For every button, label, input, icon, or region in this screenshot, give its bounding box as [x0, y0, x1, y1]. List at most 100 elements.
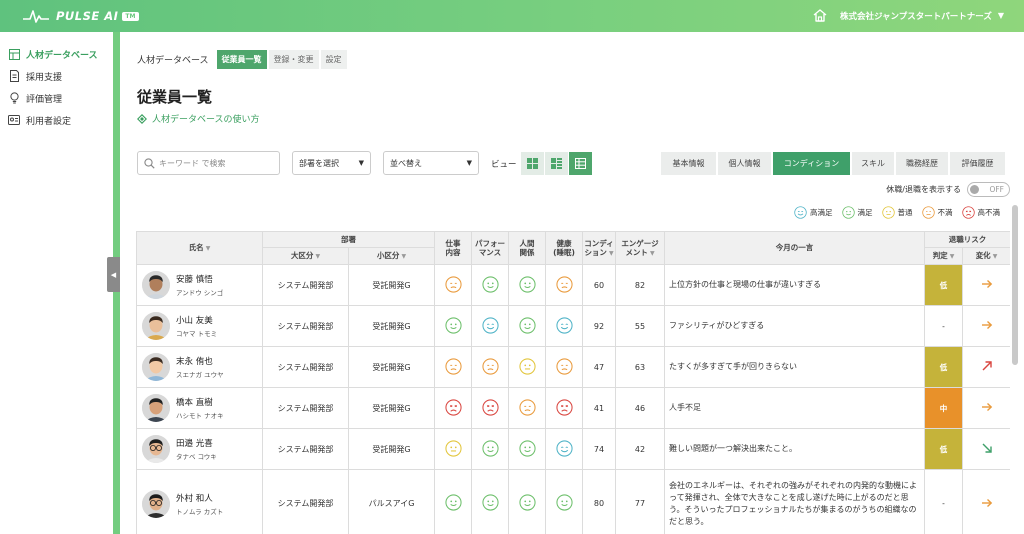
- table-row[interactable]: 小山 友美 コヤマ トモミ システム開発部 受託開発G 92 55 ファシリティがひどすぎる…: [136, 305, 1010, 347]
- work-cell: [434, 428, 472, 470]
- table-row[interactable]: 外村 和人 トノムラ カズト システム開発部 パルスアイG 80 77 会社のエネルギーは、…: [136, 469, 1010, 534]
- col-work[interactable]: 仕事 内容: [434, 231, 472, 265]
- company-name[interactable]: 株式会社ジャンプスタートパートナーズ: [840, 10, 992, 22]
- avatar: [142, 489, 170, 518]
- name-cell[interactable]: 安藤 慎悟 アンドウ シンゴ: [136, 264, 263, 306]
- sidebar-item-1[interactable]: 採用支援: [0, 65, 113, 87]
- category-tab-1[interactable]: 個人情報: [718, 152, 771, 175]
- col-health[interactable]: 健康 (睡眠): [545, 231, 583, 265]
- caret-down-icon: ▼: [358, 159, 364, 167]
- engagement-cell: 46: [615, 387, 665, 429]
- lightbulb-icon: [8, 92, 20, 104]
- major-cell: システム開発部: [262, 428, 349, 470]
- sort-select-value: 並べ替え: [390, 158, 422, 168]
- view-grid-button[interactable]: [521, 152, 544, 175]
- face-dissatisfied-icon: [555, 357, 573, 375]
- judge-cell: 低: [924, 346, 963, 388]
- employee-kana: コヤマ トモミ: [176, 330, 218, 338]
- col-major[interactable]: 大区分 ▼: [262, 247, 349, 265]
- category-tab-5[interactable]: 評価履歴: [950, 152, 1005, 175]
- department-select-value: 部署を選択: [299, 158, 339, 168]
- judge-cell: 中: [924, 387, 963, 429]
- help-link[interactable]: 人材データベースの使い方: [137, 112, 260, 125]
- major-cell: システム開発部: [262, 346, 349, 388]
- relations-cell: [508, 264, 546, 306]
- sidebar: 人材データベース採用支援評価管理 利用者設定: [0, 32, 113, 534]
- view-switcher: [521, 152, 593, 175]
- employee-table-body: 安藤 慎悟 アンドウ シンゴ システム開発部 受託開発G 60 82 上位方針の仕事と現場の…: [136, 264, 1010, 534]
- home-icon[interactable]: [812, 8, 828, 23]
- app-logo[interactable]: PULSE AI TM: [22, 7, 139, 25]
- employee-kana: トノムラ カズト: [176, 507, 224, 516]
- view-table-button[interactable]: [569, 152, 592, 175]
- comment-cell: 難しい問題が一つ解決出来たこと。: [664, 428, 925, 470]
- name-cell[interactable]: 末永 侑也 スエナガ ユウヤ: [136, 346, 263, 388]
- face-neutral-icon: [518, 357, 536, 375]
- top-right: 株式会社ジャンプスタートパートナーズ ▼: [812, 8, 1004, 23]
- table-row[interactable]: 橋本 直樹 ハシモト ナオキ システム開発部 受託開発G 41 46 人手不足中: [136, 387, 1010, 429]
- tab-register-edit[interactable]: 登録・変更: [268, 50, 319, 69]
- name-cell[interactable]: 田邉 光喜 タナベ コウキ: [136, 428, 263, 470]
- comment-cell: 人手不足: [664, 387, 925, 429]
- top-bar: PULSE AI TM 株式会社ジャンプスタートパートナーズ ▼: [0, 0, 1024, 32]
- sidebar-item-0[interactable]: 人材データベース: [0, 43, 113, 65]
- health-cell: [545, 346, 583, 388]
- relations-cell: [508, 387, 546, 429]
- name-cell[interactable]: 橋本 直樹 ハシモト ナオキ: [136, 387, 263, 429]
- page-title: 従業員一覧: [137, 88, 213, 106]
- change-cell: [962, 264, 1010, 306]
- col-name[interactable]: 氏名 ▼: [136, 231, 263, 265]
- help-link-label: 人材データベースの使い方: [152, 115, 260, 125]
- sidebar-collapse-button[interactable]: ◀: [107, 257, 120, 292]
- sidebar-item-2[interactable]: 評価管理: [0, 87, 113, 109]
- relations-cell: [508, 428, 546, 470]
- chevron-down-icon[interactable]: ▼: [998, 11, 1004, 20]
- tab-settings[interactable]: 設定: [320, 50, 347, 69]
- category-tab-4[interactable]: 職務経歴: [896, 152, 948, 175]
- major-cell: システム開発部: [262, 469, 349, 534]
- face-satisfied-icon: [444, 316, 462, 334]
- comment-cell: 上位方針の仕事と現場の仕事が違いすぎる: [664, 264, 925, 306]
- engagement-cell: 82: [615, 264, 665, 306]
- employee-table: 氏名 ▼ 部署 仕事 内容 パフォー マンス 人間 関係 健康 (睡眠) コンディ ション ▼…: [136, 231, 1010, 534]
- col-change[interactable]: 変化 ▼: [962, 247, 1010, 265]
- table-row[interactable]: 田邉 光喜 タナベ コウキ システム開発部 受託開発G 74 42 難しい問題が一つ解決出来…: [136, 428, 1010, 470]
- col-relations[interactable]: 人間 関係: [508, 231, 546, 265]
- condition-cell: 92: [582, 305, 616, 347]
- health-cell: [545, 469, 583, 534]
- sidebar-item-3[interactable]: 利用者設定: [0, 109, 113, 131]
- col-performance[interactable]: パフォー マンス: [471, 231, 509, 265]
- diamond-icon: [137, 113, 147, 124]
- col-minor[interactable]: 小区分 ▼: [348, 247, 435, 265]
- face-very_satisfied-icon: [481, 316, 499, 334]
- sort-select[interactable]: 並べ替え ▼: [383, 151, 479, 175]
- col-retire-risk: 退職リスク: [924, 231, 1010, 248]
- judge-cell: -: [924, 469, 963, 534]
- sidebar-item-label: 採用支援: [26, 72, 63, 83]
- change-flat-arrow-icon: [980, 277, 994, 291]
- avatar: [142, 312, 170, 340]
- department-select[interactable]: 部署を選択 ▼: [292, 151, 371, 175]
- condition-cell: 74: [582, 428, 616, 470]
- legend-label: 高不満: [977, 208, 1001, 217]
- show-retired-toggle[interactable]: OFF: [967, 182, 1010, 197]
- performance-cell: [471, 469, 509, 534]
- face-satisfied-icon: [518, 494, 536, 511]
- col-engagement[interactable]: エンゲージ メント ▼: [615, 231, 665, 265]
- major-cell: システム開発部: [262, 305, 349, 347]
- table-row[interactable]: 安藤 慎悟 アンドウ シンゴ システム開発部 受託開発G 60 82 上位方針の仕事と現場の…: [136, 264, 1010, 306]
- table-row[interactable]: 末永 侑也 スエナガ ユウヤ システム開発部 受託開発G 47 63 たすくが多すぎて手が回…: [136, 346, 1010, 388]
- category-tab-2[interactable]: コンディション: [773, 152, 850, 175]
- tab-employee-list[interactable]: 従業員一覧: [216, 50, 267, 69]
- face-satisfied-icon: [518, 316, 536, 334]
- employee-kana: ハシモト ナオキ: [176, 412, 224, 420]
- relations-cell: [508, 346, 546, 388]
- col-condition[interactable]: コンディ ション ▼: [582, 231, 616, 265]
- category-tab-0[interactable]: 基本情報: [661, 152, 716, 175]
- name-cell[interactable]: 小山 友美 コヤマ トモミ: [136, 305, 263, 347]
- col-judge[interactable]: 判定 ▼: [924, 247, 963, 265]
- name-cell[interactable]: 外村 和人 トノムラ カズト: [136, 469, 263, 534]
- category-tab-3[interactable]: スキル: [852, 152, 894, 175]
- view-card-button[interactable]: [545, 152, 568, 175]
- search-input[interactable]: [159, 158, 269, 168]
